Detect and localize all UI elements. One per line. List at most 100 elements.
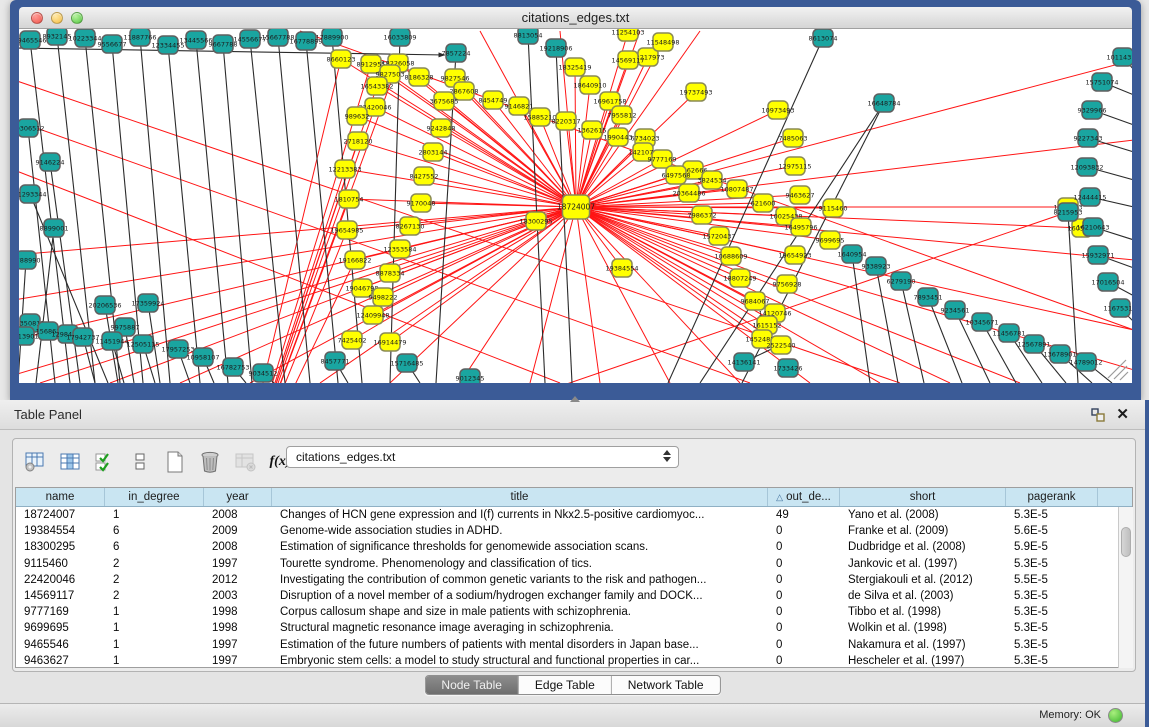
application-stage: citations_edges.txt 86601238912955182260… xyxy=(0,0,1149,727)
tab-edge-table[interactable]: Edge Table xyxy=(519,676,612,694)
tab-node-table[interactable]: Node Table xyxy=(425,676,519,694)
table-select-dropdown[interactable]: citations_edges.txt xyxy=(286,446,679,468)
trash-icon[interactable] xyxy=(198,450,222,474)
window-titlebar[interactable]: citations_edges.txt xyxy=(19,7,1132,29)
table-row[interactable]: 1456911722003Disruption of a novel membe… xyxy=(16,588,1132,604)
citation-edge-red[interactable] xyxy=(576,207,670,383)
table-row[interactable]: 1830029562008Estimation of significance … xyxy=(16,539,1132,555)
table-row[interactable]: 977716911998Corpus callosum shape and si… xyxy=(16,604,1132,620)
node-label: 1733426 xyxy=(774,364,803,372)
node-label: 12213383 xyxy=(328,165,361,173)
table-row[interactable]: 969969511998Structural magnetic resonanc… xyxy=(16,620,1132,636)
row-height-icon[interactable] xyxy=(128,450,152,474)
citation-edge-red[interactable] xyxy=(441,128,576,207)
node-label: 20306512 xyxy=(19,124,45,132)
citation-edge-red[interactable] xyxy=(576,207,810,383)
float-panel-icon[interactable] xyxy=(1091,408,1105,422)
node-label: 8813054 xyxy=(514,31,543,39)
column-header-out_de[interactable]: △out_de... xyxy=(768,488,840,506)
node-label: 1615152 xyxy=(753,321,782,329)
citation-edge[interactable] xyxy=(36,228,54,383)
node-label: 17889900 xyxy=(315,33,348,41)
table-cell: Disruption of a novel member of a sodium… xyxy=(272,588,768,604)
column-header-in_degree[interactable]: in_degree xyxy=(105,488,204,506)
node-label: 7986372 xyxy=(688,211,717,219)
citation-edge-red[interactable] xyxy=(230,59,341,383)
citation-edge-red[interactable] xyxy=(345,169,576,207)
column-header-year[interactable]: year xyxy=(204,488,272,506)
citation-edge[interactable] xyxy=(140,37,170,383)
citation-edge[interactable] xyxy=(168,45,200,383)
close-panel-icon[interactable]: ✕ xyxy=(1116,405,1129,423)
node-label: 8899001 xyxy=(40,224,69,232)
citation-edge[interactable] xyxy=(30,194,108,383)
node-label: 1990443 xyxy=(604,133,633,141)
node-label: 9556677 xyxy=(98,40,127,48)
node-label: 16495796 xyxy=(784,223,817,231)
table-row[interactable]: 946554611997Estimation of the future num… xyxy=(16,637,1132,653)
citation-edge[interactable] xyxy=(528,35,545,383)
table-scrollbar[interactable] xyxy=(1118,507,1133,668)
node-label: 7857224 xyxy=(442,49,471,57)
table-row[interactable]: 1872400712008Changes of HCN gene express… xyxy=(16,507,1132,523)
table-row[interactable]: 911546021997Tourette syndrome. Phenomeno… xyxy=(16,556,1132,572)
node-label: 15720437 xyxy=(702,232,735,240)
tab-network-table[interactable]: Network Table xyxy=(612,676,720,694)
node-label: 16782753 xyxy=(216,363,249,371)
node-label: 8220317 xyxy=(552,117,581,125)
node-label: 17016504 xyxy=(1091,278,1124,286)
table-cell: 5.5E-5 xyxy=(1006,572,1098,588)
node-label: 18807249 xyxy=(723,274,756,282)
column-header-name[interactable]: name xyxy=(16,488,105,506)
table-cell: 0 xyxy=(768,604,840,620)
node-label: 16210643 xyxy=(1076,223,1109,231)
citation-network-graph[interactable]: 8660123891295518226058982750381863289827… xyxy=(19,29,1132,383)
table-cell: 2 xyxy=(105,556,204,572)
resize-grip-icon[interactable] xyxy=(1114,366,1127,379)
citation-edge-red[interactable] xyxy=(460,207,576,383)
select-columns-icon[interactable] xyxy=(93,450,117,474)
citation-edge[interactable] xyxy=(250,39,285,383)
network-canvas[interactable]: 8660123891295518226058982750381863289827… xyxy=(19,29,1132,383)
node-label: 16914479 xyxy=(373,338,406,346)
node-table-container: f(x) citations_edges.txt namein_degreeye… xyxy=(12,438,1136,672)
table-settings-icon[interactable] xyxy=(23,450,47,474)
citation-edge[interactable] xyxy=(223,44,252,383)
column-header-title[interactable]: title xyxy=(272,488,768,506)
node-label: 6279190 xyxy=(887,277,916,285)
citation-edge-red[interactable] xyxy=(357,116,576,207)
citation-edge[interactable] xyxy=(50,162,80,383)
column-header-pagerank[interactable]: pagerank xyxy=(1006,488,1098,506)
table-cell: 0 xyxy=(768,539,840,555)
show-columns-icon[interactable] xyxy=(58,450,82,474)
table-cell: 5.9E-5 xyxy=(1006,539,1098,555)
node-label: 8878334 xyxy=(376,269,405,277)
dropdown-arrows-icon xyxy=(663,450,671,462)
table-cell: 18300295 xyxy=(16,539,105,555)
table-cell: 1997 xyxy=(204,556,272,572)
node-label: 20206536 xyxy=(88,301,121,309)
table-select-value: citations_edges.txt xyxy=(296,450,395,464)
splitpane-handle[interactable] xyxy=(570,396,580,402)
window-title: citations_edges.txt xyxy=(19,10,1132,25)
node-label: 12567891 xyxy=(1017,340,1050,348)
table-cell: 2003 xyxy=(204,588,272,604)
citation-edge[interactable] xyxy=(196,40,228,383)
table-cell: Dudbridge et al. (2008) xyxy=(840,539,1006,555)
node-label: 9329966 xyxy=(1078,106,1107,114)
node-label: 8613074 xyxy=(809,34,838,42)
node-label: 10688609 xyxy=(714,252,747,260)
resize-grip-icon[interactable] xyxy=(1120,372,1128,380)
table-cell: 22420046 xyxy=(16,572,105,588)
node-label: 8457771 xyxy=(321,357,350,365)
table-row[interactable]: 946362711997Embryonic stem cells: a mode… xyxy=(16,653,1132,668)
table-row[interactable]: 2242004622012Investigating the contribut… xyxy=(16,572,1132,588)
node-label: 12093832 xyxy=(1070,163,1103,171)
table-row[interactable]: 1938455462009Genome-wide association stu… xyxy=(16,523,1132,539)
column-header-short[interactable]: short xyxy=(840,488,1006,506)
table-scrollbar-thumb[interactable] xyxy=(1121,527,1131,557)
new-table-icon[interactable] xyxy=(163,450,187,474)
table-cell: Tibbo et al. (1998) xyxy=(840,604,1006,620)
table-cell: 2 xyxy=(105,572,204,588)
citation-edge-red[interactable] xyxy=(358,141,576,207)
